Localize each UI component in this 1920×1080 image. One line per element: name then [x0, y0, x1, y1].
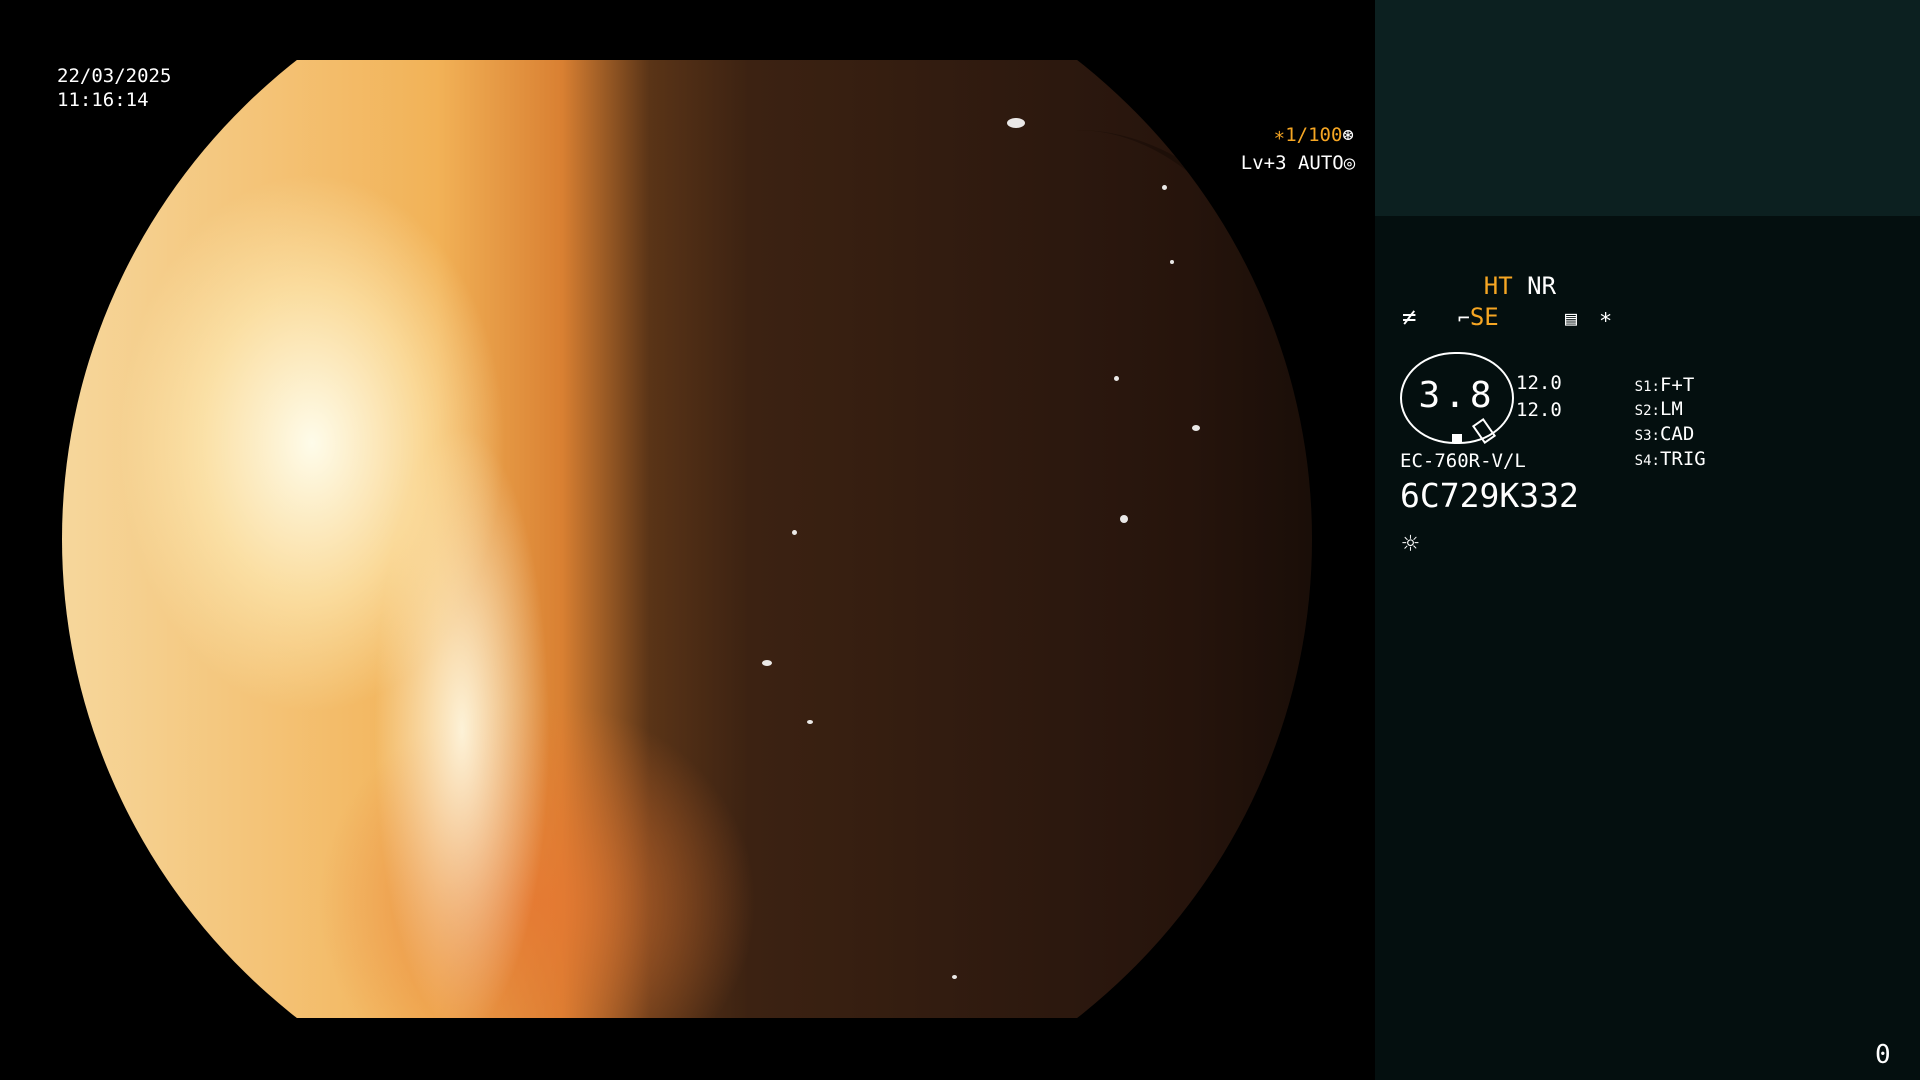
light-reflection [1162, 185, 1167, 190]
scope-serial: 6C729K332 [1400, 476, 1579, 515]
scope-model: EC-760R-V/L [1400, 450, 1526, 472]
auto-iris-icon: ◎ [1343, 152, 1356, 174]
exam-time: 11:16:14 [57, 89, 149, 111]
light-reflection [1114, 376, 1119, 381]
light-source-icon: ☼ [1402, 527, 1419, 560]
endoscope-viewport: 22/03/2025 11:16:14 ∗1/100⊛ Lv+3 AUTO◎ [0, 0, 1375, 1080]
light-reflection [792, 530, 797, 535]
pressure-gauge: 3.8 [1400, 352, 1514, 445]
memo-icon: ▤ [1565, 306, 1578, 330]
asterisk-indicator: ∗ [1599, 305, 1613, 330]
scope-icon: ⌐ [1457, 306, 1470, 330]
gauge-marker [1452, 434, 1462, 442]
light-reflection [952, 975, 957, 979]
switch-value: TRIG [1659, 448, 1706, 470]
light-reflection [762, 660, 772, 666]
gauge-upper-value: 12.0 [1516, 372, 1562, 394]
light-reflection [1170, 260, 1174, 264]
nr-indicator: NR [1527, 272, 1557, 300]
switch-key: S4: [1634, 453, 1660, 469]
exam-date: 22/03/2025 [57, 65, 172, 87]
light-reflection [1007, 118, 1025, 128]
light-reflection [807, 720, 813, 724]
panel-header [1375, 0, 1920, 216]
brightness-level: Lv+3 AUTO◎ [1195, 127, 1355, 199]
endoscopic-image [62, 60, 1312, 1018]
slash-f-icon: ≠ [1402, 303, 1417, 331]
gauge-icon [1471, 417, 1497, 445]
status-panel: HT NR ⌐SE ≠ ▤ ∗ 3.8 12.0 12.0 S1:F+T S2:… [1375, 0, 1920, 1080]
gauge-value: 3.8 [1418, 375, 1496, 416]
switch-item: S4:TRIG [1566, 423, 1706, 497]
se-indicator: SE [1469, 303, 1499, 331]
gauge-lower-value: 12.0 [1516, 399, 1562, 421]
level-value: Lv+3 AUTO [1240, 152, 1344, 174]
frame-counter: 0 [1875, 1040, 1891, 1070]
light-reflection [1192, 425, 1200, 431]
light-reflection [1120, 515, 1128, 523]
lumen-fold [782, 130, 1312, 1030]
